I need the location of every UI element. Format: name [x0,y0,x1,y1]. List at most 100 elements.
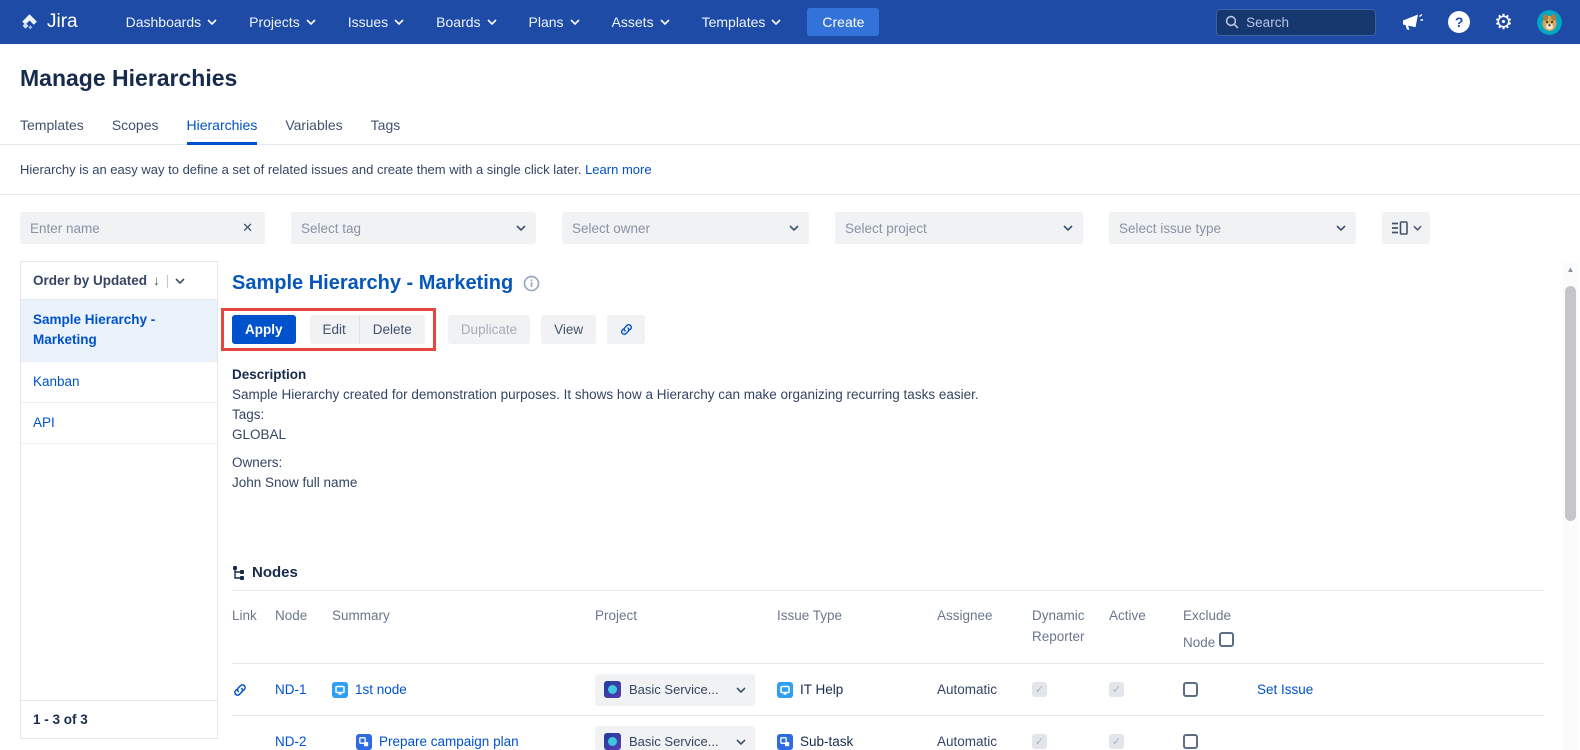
copy-link-button[interactable] [607,315,645,344]
jira-logo[interactable]: Jira [18,11,78,33]
nav-item-label: Boards [436,14,480,30]
sort-direction-icon[interactable]: ↓ [153,273,160,288]
hierarchy-detail: Sample Hierarchy - Marketing Apply Edit … [218,261,1580,750]
col-link: Link [232,605,275,626]
nav-item-dashboards[interactable]: Dashboards [126,14,218,30]
tab-variables[interactable]: Variables [285,117,342,144]
col-exclude-node: Exclude Node [1183,605,1257,653]
assignee-value: Automatic [937,682,1032,697]
nav-item-assets[interactable]: Assets [612,14,670,30]
node-id-link[interactable]: ND-2 [275,734,307,749]
chevron-down-icon [1413,225,1422,231]
sidebar-item-api[interactable]: API [21,403,217,444]
scrollbar-thumb[interactable] [1565,286,1576,521]
node-summary-link[interactable]: Prepare campaign plan [379,734,519,749]
intro-text: Hierarchy is an easy way to define a set… [20,162,581,177]
vertical-scrollbar[interactable]: ▲ [1563,262,1578,750]
gear-icon[interactable]: ⚙ [1494,12,1513,33]
announcements-icon[interactable] [1400,11,1424,33]
project-select[interactable]: Basic Service... [595,674,755,706]
active-checkbox [1109,682,1124,697]
avatar[interactable] [1537,10,1562,35]
col-assignee: Assignee [937,605,1032,626]
nav-item-issues[interactable]: Issues [348,14,404,30]
view-button[interactable]: View [541,315,596,344]
node-summary-link[interactable]: 1st node [355,682,407,697]
nav-item-templates[interactable]: Templates [702,14,782,30]
description-label: Description [232,365,1580,385]
owners-value: John Snow full name [232,473,1580,493]
learn-more-link[interactable]: Learn more [585,162,651,177]
project-select-value: Basic Service... [629,682,728,697]
link-icon[interactable] [232,682,248,698]
col-node: Node [275,605,332,626]
divider: | [166,273,170,288]
nav-menu: Dashboards Projects Issues Boards Plans … [126,14,782,30]
columns-icon [1391,221,1408,235]
nav-item-boards[interactable]: Boards [436,14,496,30]
nav-item-plans[interactable]: Plans [529,14,580,30]
chevron-down-icon [516,225,526,231]
chevron-down-icon [789,225,799,231]
owners-label: Owners: [232,453,1580,473]
issue-type-icon-it-help [332,682,348,698]
tab-scopes[interactable]: Scopes [112,117,159,144]
order-by-label: Order by Updated [33,273,147,288]
nav-item-projects[interactable]: Projects [249,14,316,30]
search-input[interactable] [1246,15,1356,30]
top-navigation: Jira Dashboards Projects Issues Boards P… [0,0,1580,44]
chevron-down-icon [660,19,670,25]
order-by-control[interactable]: Order by Updated ↓ | [21,262,217,300]
nodes-section-header: Nodes [232,564,1580,581]
jira-logo-text: Jira [47,11,78,33]
issue-type-filter-placeholder: Select issue type [1119,221,1221,236]
assignee-value: Automatic [937,734,1032,749]
tab-hierarchies[interactable]: Hierarchies [187,117,258,145]
name-filter-input[interactable] [30,221,240,236]
info-icon[interactable] [523,275,540,292]
owner-filter-select[interactable]: Select owner [562,212,809,244]
project-select[interactable]: Basic Service... [595,726,755,750]
description-block: Description Sample Hierarchy created for… [232,365,1580,493]
project-filter-select[interactable]: Select project [835,212,1083,244]
scroll-up-arrow[interactable]: ▲ [1563,262,1578,277]
sidebar-item-kanban[interactable]: Kanban [21,362,217,403]
create-button[interactable]: Create [807,8,879,36]
tags-value: GLOBAL [232,425,1580,445]
nav-item-label: Assets [612,14,654,30]
red-annotation-box: Apply Edit Delete [221,308,436,351]
duplicate-button[interactable]: Duplicate [448,315,530,344]
nav-item-label: Plans [529,14,564,30]
tab-tags[interactable]: Tags [371,117,401,144]
sidebar-item-sample-hierarchy-marketing[interactable]: Sample Hierarchy - Marketing [21,300,217,362]
apply-button[interactable]: Apply [232,315,296,344]
chevron-down-icon[interactable] [175,278,185,284]
tag-filter-select[interactable]: Select tag [291,212,536,244]
project-avatar [604,733,621,750]
node-row-nd2: ND-2 Prepare campaign plan Basic Service… [232,715,1544,750]
clear-name-icon[interactable]: ✕ [240,220,255,236]
exclude-node-checkbox[interactable] [1183,734,1198,749]
column-settings-button[interactable] [1382,212,1430,244]
intro-text-row: Hierarchy is an easy way to define a set… [0,145,1580,195]
global-search[interactable] [1216,9,1376,36]
tab-templates[interactable]: Templates [20,117,84,144]
hierarchy-tree-icon [232,565,246,580]
issue-type-filter-select[interactable]: Select issue type [1109,212,1356,244]
node-id-link[interactable]: ND-1 [275,682,307,697]
node-row-nd1: ND-1 1st node Basic Service... IT Help [232,663,1544,715]
filter-bar: ✕ Select tag Select owner Select project… [0,195,1580,256]
set-issue-link[interactable]: Set Issue [1257,682,1313,697]
issue-type-icon-sub-task [777,734,793,750]
chevron-down-icon [570,19,580,25]
link-cell [232,682,275,698]
delete-button[interactable]: Delete [360,315,425,344]
exclude-node-checkbox[interactable] [1183,682,1198,697]
chevron-down-icon [736,739,746,745]
exclude-all-checkbox[interactable] [1219,632,1234,647]
nodes-table: Link Node Summary Project Issue Type Ass… [232,590,1544,750]
edit-delete-group: Edit Delete [310,315,425,344]
nav-item-label: Issues [348,14,388,30]
help-icon[interactable]: ? [1448,11,1470,33]
edit-button[interactable]: Edit [310,315,360,344]
